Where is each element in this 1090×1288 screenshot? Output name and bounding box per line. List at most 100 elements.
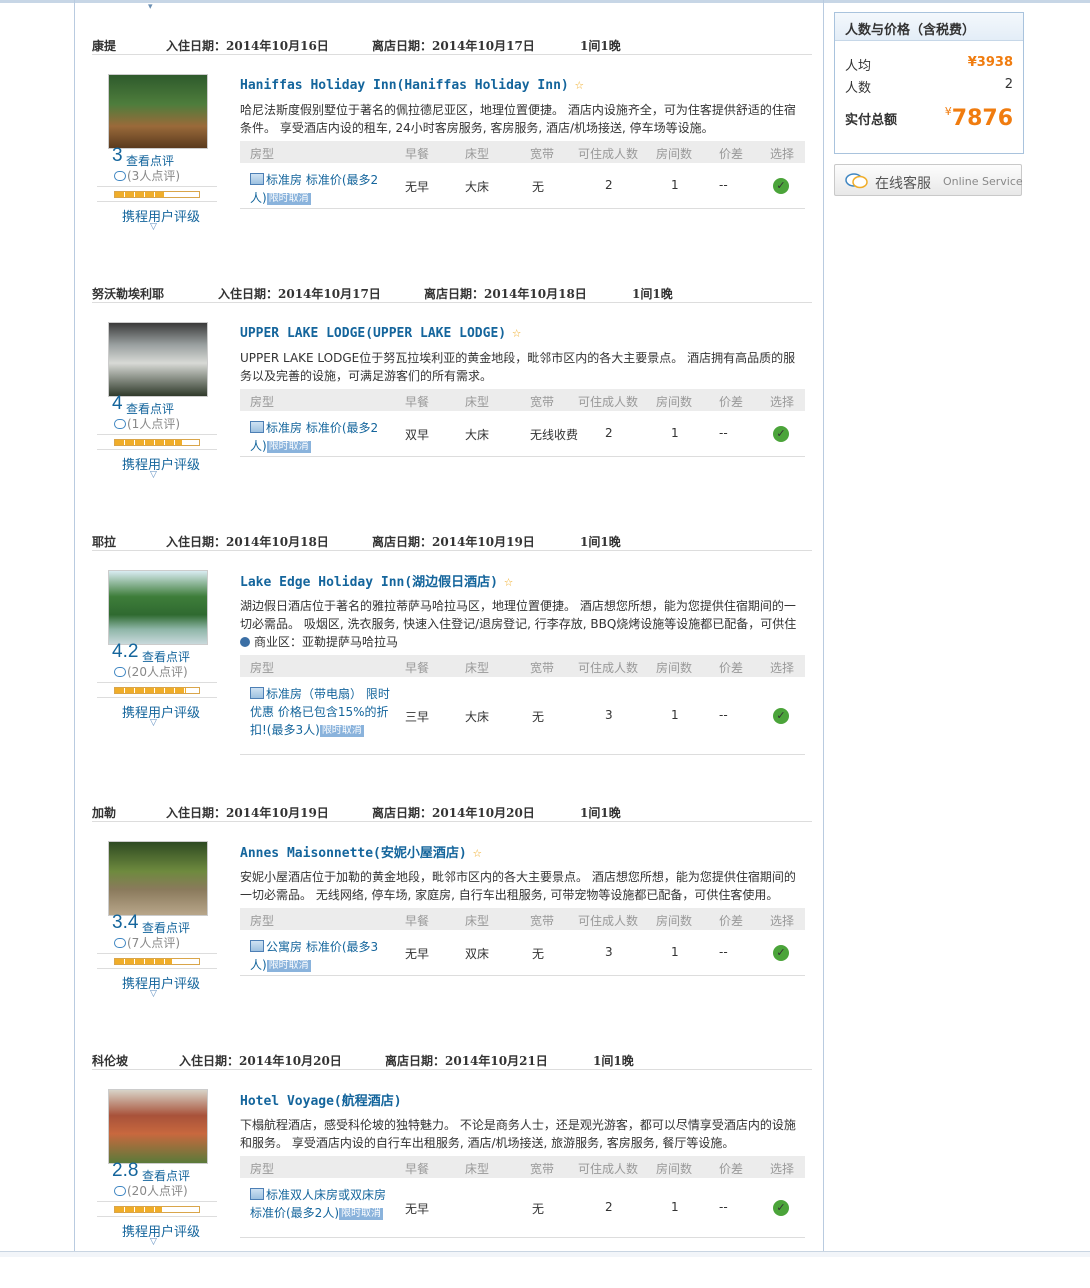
chevron-down-icon[interactable]: ▽: [150, 222, 157, 232]
hotel-name-link[interactable]: Haniffas Holiday Inn(Haniffas Holiday In…: [240, 75, 584, 93]
stay-header: 耶拉 入住日期：2014年10月18日 离店日期：2014年10月19日 1间1晚: [92, 529, 812, 551]
broadband-value: 无: [532, 947, 545, 961]
room-nights: 1间1晚: [580, 535, 621, 549]
ctrip-user-rating-link[interactable]: 携程用户评级: [122, 973, 200, 992]
column-header: 宽带: [530, 147, 555, 161]
chevron-down-icon[interactable]: ▽: [150, 989, 157, 999]
column-header: 选择: [770, 1162, 795, 1176]
review-count: (20人点评): [114, 1182, 188, 1199]
column-header: 宽带: [530, 661, 555, 675]
hotel-photo-image: [109, 571, 207, 644]
city-name: 努沃勒埃利耶: [92, 287, 165, 301]
image-icon[interactable]: [250, 421, 264, 433]
ctrip-user-rating-link[interactable]: 携程用户评级: [122, 454, 200, 473]
star-icon[interactable]: ☆: [473, 843, 482, 861]
room-type-link[interactable]: 标准房 标准价(最多2人) 限时取消: [250, 419, 390, 455]
room-type-link[interactable]: 标准双人床房或双床房 标准价(最多2人) 限时取消: [250, 1186, 390, 1222]
room-type-link[interactable]: 公寓房 标准价(最多3人) 限时取消: [250, 938, 390, 974]
ctrip-user-rating-link[interactable]: 携程用户评级: [122, 702, 200, 721]
image-icon[interactable]: [250, 1188, 264, 1200]
chevron-down-icon[interactable]: ▽: [150, 470, 157, 480]
max-adults-value: 3: [605, 945, 613, 959]
rating-bar: [114, 191, 200, 198]
image-icon[interactable]: [250, 173, 264, 185]
hotel-name-text: Lake Edge Holiday Inn(湖边假日酒店): [240, 575, 499, 590]
select-check-icon[interactable]: ✓: [773, 708, 789, 724]
hotel-name-link[interactable]: Annes Maisonnette(安妮小屋酒店) ☆: [240, 842, 482, 861]
divider: [97, 1201, 217, 1202]
review-count: (1人点评): [114, 415, 180, 432]
column-header: 早餐: [405, 1162, 430, 1176]
checkout-date: 离店日期：2014年10月18日: [424, 287, 587, 301]
limited-cancel-badge: 限时取消: [319, 725, 364, 737]
review-count-text: (7人点评): [127, 936, 180, 950]
limited-cancel-badge: 限时取消: [266, 960, 311, 972]
currency-symbol: ¥: [944, 105, 952, 118]
hotel-name-link[interactable]: UPPER LAKE LODGE(UPPER LAKE LODGE) ☆: [240, 323, 521, 341]
checkin-date: 入住日期：2014年10月19日: [166, 806, 329, 820]
chevron-down-icon[interactable]: ▽: [150, 718, 157, 728]
review-count-text: (20人点评): [127, 1184, 188, 1198]
column-header: 选择: [770, 395, 795, 409]
checkin-date: 入住日期：2014年10月16日: [166, 39, 329, 53]
column-header: 早餐: [405, 395, 430, 409]
room-type-link[interactable]: 标准房 标准价(最多2人) 限时取消: [250, 171, 390, 207]
hotel-description-text: 哈尼法斯度假别墅位于著名的佩拉德尼亚区，地理位置便捷。 酒店内设施齐全，可为住客…: [240, 103, 796, 135]
image-icon[interactable]: [250, 687, 264, 699]
column-header: 价差: [719, 395, 744, 409]
stay-header: 科伦坡 入住日期：2014年10月20日 离店日期：2014年10月21日 1间1晚: [92, 1048, 812, 1070]
price-diff-value: --: [719, 1200, 728, 1214]
hotel-name-link[interactable]: Hotel Voyage(航程酒店): [240, 1090, 402, 1109]
room-count-value: 1: [671, 945, 679, 959]
column-header: 房型: [250, 395, 275, 409]
price-diff-value: --: [719, 178, 728, 192]
rating-bar: [114, 687, 200, 694]
checkin-date: 入住日期：2014年10月18日: [166, 535, 329, 549]
hotel-score: 4.2: [112, 641, 139, 662]
column-header: 选择: [770, 914, 795, 928]
star-icon[interactable]: ☆: [512, 323, 521, 341]
select-check-icon[interactable]: ✓: [773, 1200, 789, 1216]
rating-bar-fill: [115, 1207, 163, 1212]
hotel-description-text: 下榻航程酒店，感受科伦坡的独特魅力。 不论是商务人士，还是观光游客，都可以尽情享…: [240, 1118, 796, 1150]
bottom-border: [0, 1251, 1090, 1257]
checkout-date: 离店日期：2014年10月21日: [385, 1054, 548, 1068]
divider: [97, 968, 217, 969]
hotel-description-text: UPPER LAKE LODGE位于努瓦拉埃利亚的黄金地段，毗邻市区内的各大主要…: [240, 351, 796, 383]
star-icon[interactable]: ☆: [504, 572, 513, 590]
column-header: 房型: [250, 1162, 275, 1176]
room-table-header: 房型 早餐 床型 宽带 可住成人数 房间数 价差 选择: [240, 908, 805, 930]
business-area-text: 商业区：亚勒提萨马哈拉马: [254, 635, 399, 649]
ctrip-user-rating-link[interactable]: 携程用户评级: [122, 206, 200, 225]
select-check-icon[interactable]: ✓: [773, 178, 789, 194]
online-service-button[interactable]: 在线客服 Online Service: [834, 164, 1023, 196]
ctrip-user-rating-link[interactable]: 携程用户评级: [122, 1221, 200, 1240]
hotel-photo[interactable]: [108, 1089, 208, 1164]
chevron-down-icon[interactable]: ▽: [150, 1237, 157, 1247]
select-check-icon[interactable]: ✓: [773, 426, 789, 442]
limited-cancel-badge: 限时取消: [339, 1208, 383, 1220]
star-icon[interactable]: ☆: [575, 75, 584, 93]
image-icon[interactable]: [250, 940, 264, 952]
hotel-score: 3.4: [112, 912, 139, 933]
room-type-link[interactable]: 标准房（带电扇） 限时优惠 价格已包含15%的折扣!(最多3人) 限时取消: [250, 685, 390, 739]
hotel-photo[interactable]: [108, 570, 208, 645]
hotel-photo[interactable]: [108, 74, 208, 149]
city-name: 康提: [92, 39, 117, 53]
column-header: 房间数: [656, 147, 693, 161]
hotel-name-link[interactable]: Lake Edge Holiday Inn(湖边假日酒店) ☆: [240, 571, 513, 590]
select-check-icon[interactable]: ✓: [773, 945, 789, 961]
stay-header: 康提 入住日期：2014年10月16日 离店日期：2014年10月17日 1间1晚: [92, 33, 812, 55]
rating-bar: [114, 439, 200, 446]
total-price: 7876: [951, 106, 1013, 131]
hotel-photo[interactable]: [108, 841, 208, 916]
column-header: 床型: [465, 661, 490, 675]
checkin-date: 入住日期：2014年10月20日: [179, 1054, 342, 1068]
comment-bubble-icon: [114, 667, 126, 677]
comment-bubble-icon: [114, 938, 126, 948]
review-count-text: (3人点评): [127, 169, 180, 183]
hotel-photo-image: [109, 323, 207, 396]
business-area: 商业区：亚勒提萨马哈拉马: [240, 633, 802, 651]
hotel-photo[interactable]: [108, 322, 208, 397]
hotel-description: 哈尼法斯度假别墅位于著名的佩拉德尼亚区，地理位置便捷。 酒店内设施齐全，可为住客…: [240, 101, 802, 137]
